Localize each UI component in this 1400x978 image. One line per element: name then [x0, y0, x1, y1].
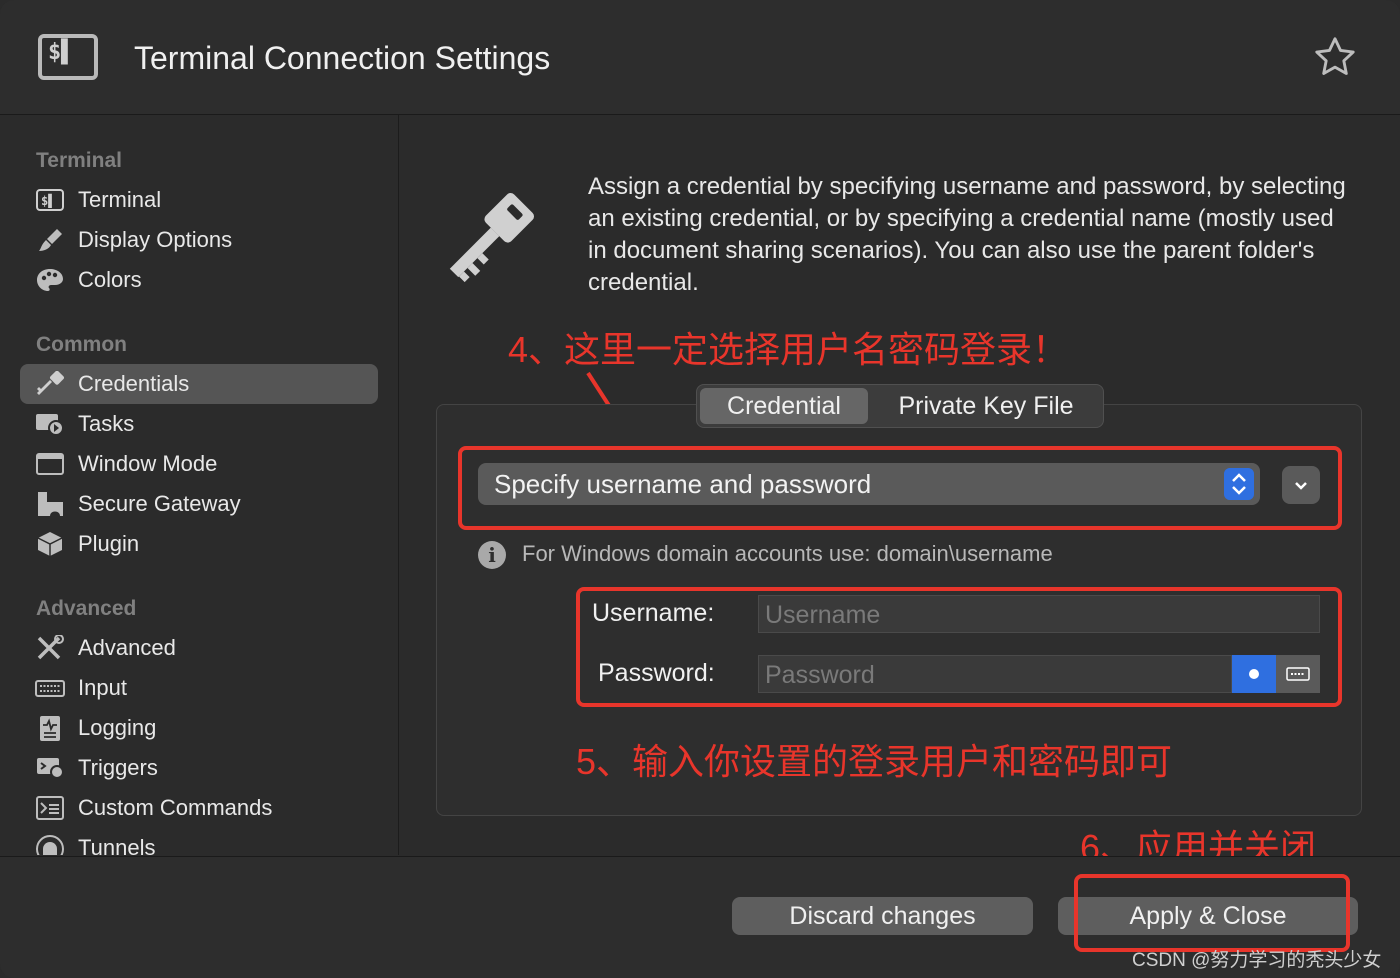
key-icon: [37, 371, 64, 395]
sidebar-item-label: Input: [78, 675, 127, 700]
sidebar-section-terminal: Terminal: [36, 149, 122, 172]
credentials-description: Assign a credential by specifying userna…: [588, 173, 1346, 296]
star-icon[interactable]: [1312, 34, 1358, 80]
terminal-app-icon: $▌: [38, 34, 98, 80]
tab-private-key-file[interactable]: Private Key File: [873, 388, 1099, 424]
settings-window: $▌ Terminal Connection Settings Terminal…: [0, 0, 1400, 978]
sidebar-item-colors[interactable]: Colors: [20, 260, 378, 300]
annotation-step5: 5、输入你设置的登录用户和密码即可: [576, 741, 1173, 782]
sidebar-item-secure-gateway[interactable]: Secure Gateway: [20, 484, 378, 524]
credential-tabs: Credential Private Key File: [696, 384, 1104, 428]
sidebar-item-label: Advanced: [78, 635, 176, 660]
info-icon: i: [478, 541, 506, 569]
command-icon: [36, 796, 64, 820]
sidebar-item-label: Secure Gateway: [78, 491, 241, 516]
sidebar-item-tunnels[interactable]: Tunnels: [20, 828, 378, 855]
sidebar: Terminal $▌ Terminal Display Options Col…: [0, 115, 399, 855]
sidebar-item-label: Tunnels: [78, 835, 156, 855]
sidebar-item-tasks[interactable]: Tasks: [20, 404, 378, 444]
keyboard-icon: [35, 680, 65, 697]
tools-icon: [37, 635, 64, 660]
discard-changes-button[interactable]: Discard changes: [732, 897, 1033, 935]
key-large-icon: [449, 192, 535, 283]
annotation-step4: 4、这里一定选择用户名密码登录！: [508, 329, 1069, 370]
sidebar-item-display-options[interactable]: Display Options: [20, 220, 378, 260]
sidebar-item-advanced[interactable]: Advanced: [20, 628, 378, 668]
sidebar-item-terminal[interactable]: $▌ Terminal: [20, 180, 378, 220]
cube-icon: [37, 532, 63, 556]
sidebar-item-label: Colors: [78, 267, 142, 292]
gateway-icon: [38, 492, 63, 516]
sidebar-section-advanced: Advanced: [36, 597, 137, 620]
watermark: CSDN @努力学习的秃头少女: [1132, 950, 1382, 971]
footer-bar: Discard changes Apply & Close CSDN @努力学习…: [0, 856, 1400, 978]
sidebar-section-common: Common: [36, 333, 127, 356]
sidebar-item-label: Logging: [78, 715, 157, 740]
sidebar-item-credentials[interactable]: Credentials: [20, 364, 378, 404]
domain-hint: For Windows domain accounts use: domain\…: [522, 541, 1053, 566]
sidebar-item-input[interactable]: Input: [20, 668, 378, 708]
annotation-box-credential-type: [458, 446, 1342, 530]
palette-icon: [37, 269, 63, 291]
sidebar-item-logging[interactable]: Logging: [20, 708, 378, 748]
annotation-box-credentials: [576, 587, 1342, 707]
window-title: Terminal Connection Settings: [134, 40, 551, 76]
tunnel-icon: [36, 835, 64, 855]
sidebar-item-window-mode[interactable]: Window Mode: [20, 444, 378, 484]
title-bar: $▌ Terminal Connection Settings: [0, 0, 1400, 115]
window-icon: [36, 453, 64, 475]
svg-text:$▌: $▌: [41, 193, 55, 208]
sidebar-item-label: Custom Commands: [78, 795, 273, 820]
sidebar-item-triggers[interactable]: Triggers: [20, 748, 378, 788]
sidebar-item-label: Credentials: [78, 371, 190, 396]
sidebar-item-label: Window Mode: [78, 451, 218, 476]
tasks-icon: [36, 414, 64, 436]
trigger-icon: [37, 758, 64, 779]
paintbrush-icon: [39, 229, 62, 251]
sidebar-item-label: Plugin: [78, 531, 140, 556]
log-icon: [40, 716, 60, 741]
credentials-pane: Assign a credential by specifying userna…: [400, 115, 1400, 868]
annotation-box-apply: [1074, 874, 1350, 952]
tab-credential[interactable]: Credential: [700, 388, 868, 424]
terminal-icon: $▌: [36, 189, 64, 211]
sidebar-item-label: Tasks: [78, 411, 135, 436]
sidebar-item-plugin[interactable]: Plugin: [20, 524, 378, 564]
sidebar-item-custom-commands[interactable]: Custom Commands: [20, 788, 378, 828]
sidebar-item-label: Display Options: [78, 227, 233, 252]
sidebar-item-label: Terminal: [78, 187, 162, 212]
sidebar-item-label: Triggers: [78, 755, 158, 780]
